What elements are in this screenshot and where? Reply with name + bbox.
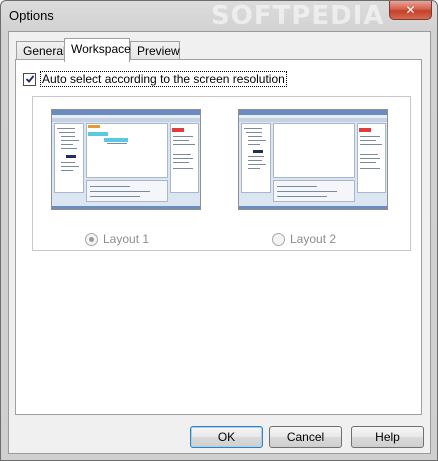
- layout-2-radio[interactable]: [272, 232, 285, 246]
- layout-options-group: Layout 1 Layout 2: [32, 96, 411, 251]
- auto-select-label: Auto select according to the screen reso…: [40, 71, 287, 87]
- close-icon: ✕: [405, 3, 416, 17]
- help-button[interactable]: Help: [351, 426, 424, 448]
- options-dialog: Options SOFTPEDIA ✕ General Workspace Pr…: [0, 0, 438, 461]
- tab-general-label: General: [23, 44, 66, 58]
- watermark: SOFTPEDIA: [211, 1, 385, 31]
- checkmark-icon: [25, 75, 34, 83]
- layout-1-option[interactable]: Layout 1: [85, 232, 149, 246]
- layout-2-label: Layout 2: [290, 232, 337, 246]
- layout-2-option[interactable]: Layout 2: [272, 232, 336, 246]
- layout-1-thumbnail: [51, 109, 201, 210]
- ok-button-label: OK: [217, 430, 236, 444]
- tab-general[interactable]: General: [16, 41, 66, 61]
- tab-preview[interactable]: Preview: [130, 41, 180, 61]
- window-title: Options: [9, 8, 54, 23]
- layout-2-thumbnail: [238, 109, 388, 210]
- cancel-button[interactable]: Cancel: [269, 426, 342, 448]
- title-bar[interactable]: Options SOFTPEDIA ✕: [1, 1, 437, 31]
- ok-button[interactable]: OK: [190, 426, 263, 448]
- layout-1-label: Layout 1: [103, 232, 150, 246]
- dialog-client-area: General Workspace Preview Auto select ac…: [8, 31, 431, 454]
- auto-select-checkbox[interactable]: [23, 72, 36, 86]
- tab-workspace-label: Workspace: [71, 42, 131, 56]
- cancel-button-label: Cancel: [286, 430, 325, 444]
- auto-select-row[interactable]: Auto select according to the screen reso…: [23, 71, 287, 87]
- help-button-label: Help: [375, 430, 400, 444]
- close-button[interactable]: ✕: [389, 1, 432, 20]
- workspace-panel: Auto select according to the screen reso…: [15, 59, 422, 415]
- tab-workspace[interactable]: Workspace: [64, 38, 131, 62]
- layout-1-radio[interactable]: [85, 232, 98, 246]
- tab-preview-label: Preview: [137, 44, 180, 58]
